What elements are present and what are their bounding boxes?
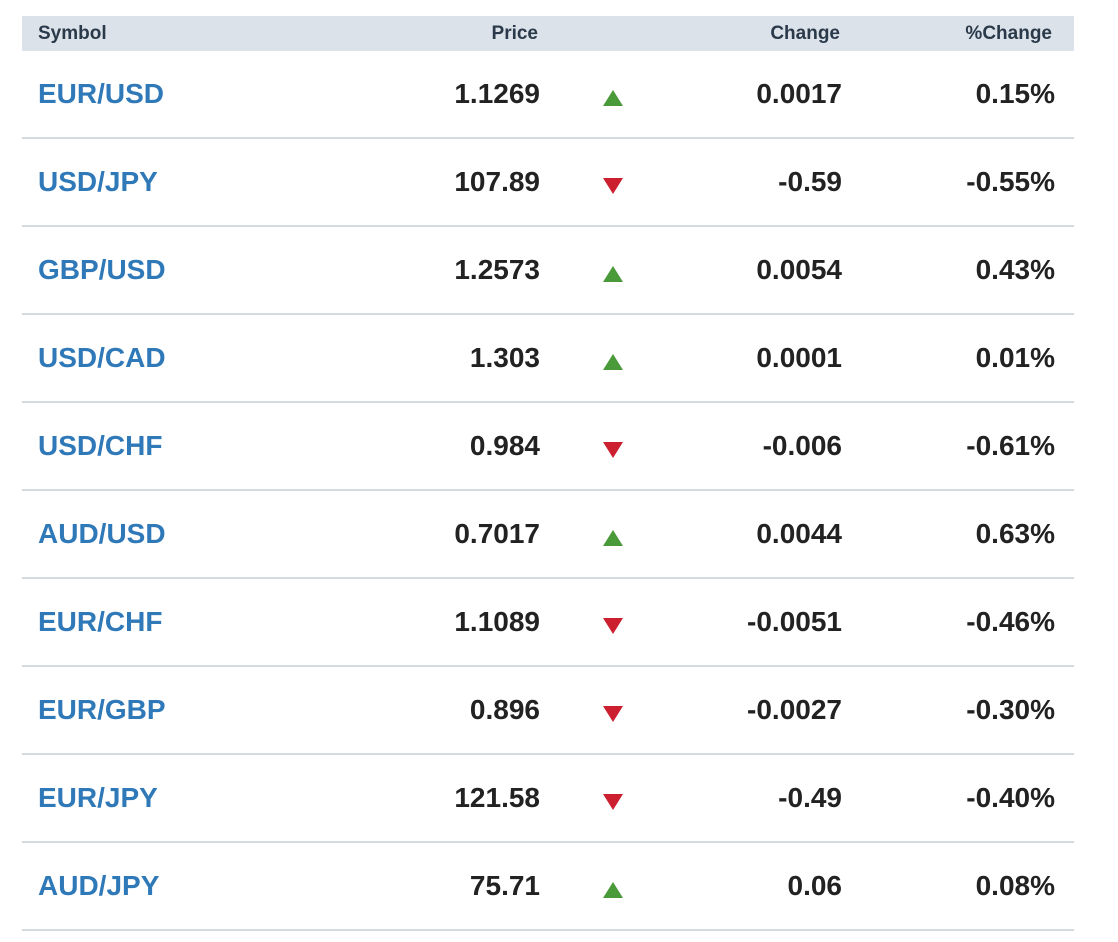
pct-change-value: 0.43%: [975, 254, 1055, 285]
triangle-down-icon: [602, 139, 624, 225]
pct-change-value: -0.30%: [966, 694, 1055, 725]
triangle-up-icon: [602, 51, 624, 137]
change-value: -0.006: [762, 430, 842, 461]
triangle-down-icon: [602, 403, 624, 489]
triangle-down-icon: [602, 579, 624, 665]
table-row: USD/CAD 1.303 0.0001 0.01%: [22, 315, 1074, 403]
price-value: 0.7017: [454, 518, 540, 549]
change-value: 0.06: [787, 870, 843, 901]
table-row: EUR/JPY 121.58 -0.49 -0.40%: [22, 755, 1074, 843]
change-value: 0.0054: [756, 254, 842, 285]
triangle-up-icon: [602, 227, 624, 313]
pct-change-value: -0.55%: [966, 166, 1055, 197]
change-value: 0.0017: [756, 78, 842, 109]
header-change[interactable]: Change: [770, 16, 840, 51]
pct-change-value: 0.01%: [975, 342, 1055, 373]
price-value: 0.896: [469, 694, 540, 725]
price-value: 1.1089: [454, 606, 540, 637]
header-pct-change[interactable]: %Change: [965, 16, 1052, 51]
symbol-link[interactable]: AUD/USD: [38, 491, 166, 577]
price-value: 121.58: [454, 782, 540, 813]
pct-change-value: -0.40%: [966, 782, 1055, 813]
triangle-down-icon: [602, 755, 624, 841]
table-row: AUD/JPY 75.71 0.06 0.08%: [22, 843, 1074, 931]
currency-quotes-table: Symbol Price Change %Change EUR/USD 1.12…: [22, 16, 1074, 931]
triangle-up-icon: [602, 843, 624, 929]
price-value: 1.1269: [454, 78, 540, 109]
header-price[interactable]: Price: [492, 16, 538, 51]
symbol-link[interactable]: EUR/CHF: [38, 579, 162, 665]
table-row: EUR/CHF 1.1089 -0.0051 -0.46%: [22, 579, 1074, 667]
header-symbol[interactable]: Symbol: [38, 16, 107, 51]
symbol-link[interactable]: EUR/GBP: [38, 667, 166, 753]
table-header: Symbol Price Change %Change: [22, 16, 1074, 51]
table-row: USD/JPY 107.89 -0.59 -0.55%: [22, 139, 1074, 227]
symbol-link[interactable]: USD/CAD: [38, 315, 166, 401]
symbol-link[interactable]: USD/JPY: [38, 139, 158, 225]
pct-change-value: -0.61%: [966, 430, 1055, 461]
change-value: 0.0001: [756, 342, 842, 373]
price-value: 0.984: [469, 430, 540, 461]
price-value: 75.71: [469, 870, 540, 901]
change-value: -0.49: [778, 782, 842, 813]
pct-change-value: -0.46%: [966, 606, 1055, 637]
triangle-up-icon: [602, 491, 624, 577]
change-value: -0.0027: [747, 694, 842, 725]
price-value: 1.2573: [454, 254, 540, 285]
price-value: 1.303: [469, 342, 540, 373]
symbol-link[interactable]: USD/CHF: [38, 403, 162, 489]
change-value: -0.0051: [747, 606, 842, 637]
table-row: EUR/GBP 0.896 -0.0027 -0.30%: [22, 667, 1074, 755]
triangle-down-icon: [602, 667, 624, 753]
change-value: -0.59: [778, 166, 842, 197]
symbol-link[interactable]: EUR/JPY: [38, 755, 158, 841]
symbol-link[interactable]: AUD/JPY: [38, 843, 159, 929]
symbol-link[interactable]: EUR/USD: [38, 51, 164, 137]
price-value: 107.89: [454, 166, 540, 197]
table-row: EUR/USD 1.1269 0.0017 0.15%: [22, 51, 1074, 139]
change-value: 0.0044: [756, 518, 842, 549]
symbol-link[interactable]: GBP/USD: [38, 227, 166, 313]
table-row: GBP/USD 1.2573 0.0054 0.43%: [22, 227, 1074, 315]
table-row: USD/CHF 0.984 -0.006 -0.61%: [22, 403, 1074, 491]
table-row: AUD/USD 0.7017 0.0044 0.63%: [22, 491, 1074, 579]
pct-change-value: 0.15%: [975, 78, 1055, 109]
pct-change-value: 0.08%: [975, 870, 1055, 901]
pct-change-value: 0.63%: [975, 518, 1055, 549]
triangle-up-icon: [602, 315, 624, 401]
